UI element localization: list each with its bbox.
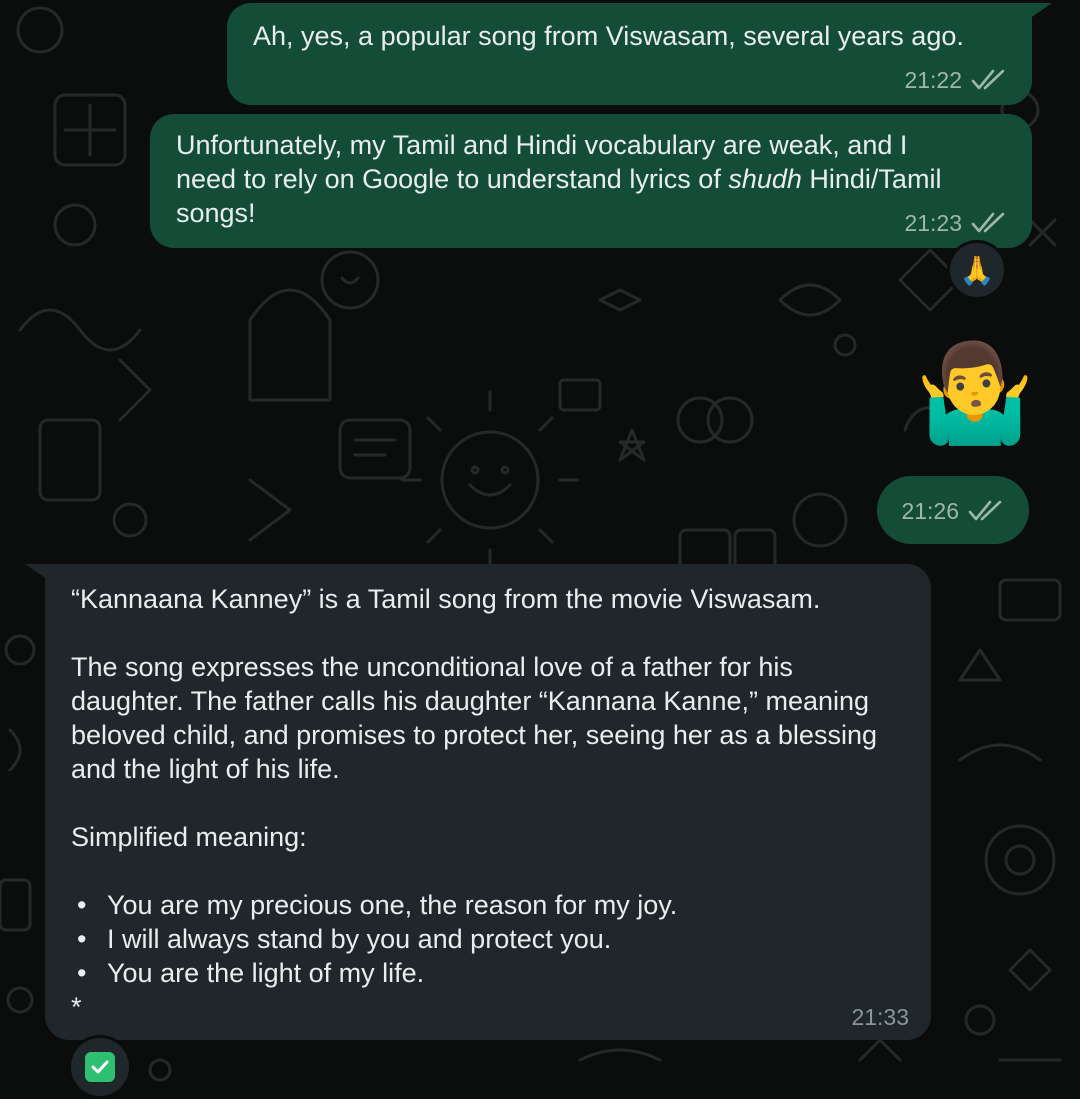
check-mark-button-icon: [85, 1052, 115, 1082]
list-item: • You are the light of my life.: [71, 956, 905, 990]
read-ticks-icon: [968, 500, 1002, 521]
bubble-tail: [1026, 3, 1052, 21]
list-item-text: I will always stand by you and protect y…: [107, 924, 612, 954]
list-item-text: You are my precious one, the reason for …: [107, 890, 678, 920]
list-item: • I will always stand by you and protect …: [71, 922, 905, 956]
message-time: 21:26: [901, 498, 959, 524]
message-meta: 21:26: [901, 498, 1007, 524]
message-reaction[interactable]: 🙏: [947, 240, 1007, 300]
folded-hands-icon: 🙏: [959, 254, 995, 286]
message-text-italic: shudh: [728, 164, 802, 194]
message-time: 21:23: [904, 210, 962, 236]
person-shrugging-icon: 🤷‍♂️: [915, 340, 1035, 447]
message-time: 21:33: [851, 1004, 909, 1030]
bullet-dot: •: [77, 958, 87, 988]
bullet-dot: •: [77, 924, 87, 954]
bubble-tail: [25, 564, 51, 582]
read-ticks-icon: [971, 69, 1005, 90]
person-shrugging-sticker[interactable]: 🤷‍♂️: [915, 344, 1035, 444]
message-text: Ah, yes, a popular song from Viswasam, s…: [253, 21, 964, 51]
message-reaction[interactable]: [68, 1035, 132, 1099]
read-ticks-icon: [971, 212, 1005, 233]
message-text: Unfortunately, my Tamil and Hindi vocabu…: [176, 128, 1006, 230]
message-text: “Kannaana Kanney” is a Tamil song from t…: [71, 582, 905, 1024]
outgoing-message[interactable]: Ah, yes, a popular song from Viswasam, s…: [227, 3, 1052, 105]
bullet-list: • You are my precious one, the reason for…: [71, 888, 905, 990]
message-time: 21:22: [904, 67, 962, 93]
message-meta: 21:33: [851, 1004, 909, 1030]
check-icon: [91, 1060, 109, 1074]
message-paragraph: “Kannaana Kanney” is a Tamil song from t…: [71, 584, 821, 614]
list-item: • You are my precious one, the reason for…: [71, 888, 905, 922]
message-meta: 21:22: [904, 67, 1010, 93]
message-paragraph: The song expresses the unconditional lov…: [71, 652, 877, 784]
bullet-dot: •: [77, 890, 87, 920]
outgoing-message[interactable]: Unfortunately, my Tamil and Hindi vocabu…: [150, 114, 1032, 248]
message-meta: 21:23: [904, 210, 1010, 236]
incoming-message[interactable]: “Kannaana Kanney” is a Tamil song from t…: [25, 564, 931, 1040]
sticker-time-pill: 21:26: [877, 476, 1029, 544]
message-trailing: *: [71, 992, 82, 1022]
list-item-text: You are the light of my life.: [107, 958, 425, 988]
message-paragraph: Simplified meaning:: [71, 822, 307, 852]
